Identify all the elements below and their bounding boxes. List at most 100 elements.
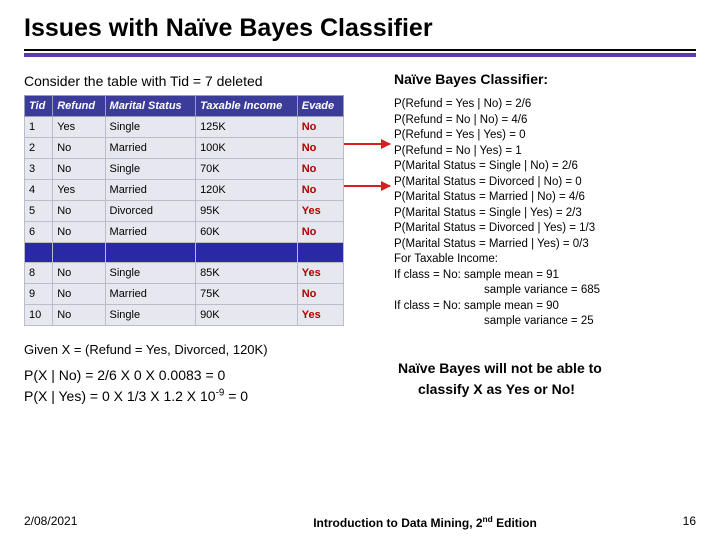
cell-refund: No <box>53 222 105 243</box>
prob-line: sample variance = 25 <box>394 314 696 330</box>
cell-evade: No <box>297 117 343 138</box>
cell-evade: No <box>297 138 343 159</box>
cell-evade: No <box>297 159 343 180</box>
cell-income: 95K <box>196 201 298 222</box>
cell-marital: Married <box>105 222 196 243</box>
arrow-2 <box>344 185 390 187</box>
slide-title: Issues with Naïve Bayes Classifier <box>0 0 720 49</box>
cell-marital: Married <box>105 180 196 201</box>
cell-evade: Yes <box>297 201 343 222</box>
prob-line: P(Marital Status = Married | Yes) = 0/3 <box>394 237 696 253</box>
col-evade: Evade <box>297 96 343 117</box>
prob-line: P(Refund = No | Yes) = 1 <box>394 144 696 160</box>
conclusion-line-2: classify X as Yes or No! <box>398 379 696 400</box>
cell-income: 85K <box>196 263 298 284</box>
footer-page: 16 <box>656 514 696 530</box>
footer-center: Introduction to Data Mining, 2nd Edition <box>194 514 656 530</box>
cell-marital: Divorced <box>105 201 196 222</box>
col-income: Taxable Income <box>196 96 298 117</box>
cell-income: 125K <box>196 117 298 138</box>
cell-tid <box>25 243 53 263</box>
cell-evade: No <box>297 284 343 305</box>
table-row: 1YesSingle125KNo <box>25 117 344 138</box>
cell-marital <box>105 243 196 263</box>
col-refund: Refund <box>53 96 105 117</box>
table-row: 8NoSingle85KYes <box>25 263 344 284</box>
col-tid: Tid <box>25 96 53 117</box>
prob-line: P(Marital Status = Single | No) = 2/6 <box>394 159 696 175</box>
cell-refund: No <box>53 305 105 326</box>
title-rule <box>24 49 696 57</box>
cell-income: 70K <box>196 159 298 180</box>
cell-marital: Married <box>105 284 196 305</box>
cell-tid: 3 <box>25 159 53 180</box>
table-row: 10NoSingle90KYes <box>25 305 344 326</box>
cell-evade: No <box>297 222 343 243</box>
cell-tid: 9 <box>25 284 53 305</box>
cell-income: 75K <box>196 284 298 305</box>
cell-tid: 2 <box>25 138 53 159</box>
prob-line: sample variance = 685 <box>394 283 696 299</box>
prob-line: P(Marital Status = Single | Yes) = 2/3 <box>394 206 696 222</box>
cell-marital: Single <box>105 305 196 326</box>
cell-refund: No <box>53 284 105 305</box>
cell-refund: Yes <box>53 180 105 201</box>
cell-tid: 10 <box>25 305 53 326</box>
cell-tid: 5 <box>25 201 53 222</box>
cell-refund: No <box>53 263 105 284</box>
table-row: 4YesMarried120KNo <box>25 180 344 201</box>
calc-line-2: P(X | Yes) = 0 X 1/3 X 1.2 X 10-9 = 0 <box>24 386 394 407</box>
calc-line-1: P(X | No) = 2/6 X 0 X 0.0083 = 0 <box>24 365 394 386</box>
footer-date: 2/08/2021 <box>24 514 194 530</box>
cell-marital: Married <box>105 138 196 159</box>
prob-line: If class = No: sample mean = 90 <box>394 299 696 315</box>
cell-evade: Yes <box>297 305 343 326</box>
table-row: 6NoMarried60KNo <box>25 222 344 243</box>
prob-line: P(Marital Status = Divorced | Yes) = 1/3 <box>394 221 696 237</box>
prob-line: P(Refund = Yes | Yes) = 0 <box>394 128 696 144</box>
table-row: 9NoMarried75KNo <box>25 284 344 305</box>
example-block: Given X = (Refund = Yes, Divorced, 120K)… <box>24 340 394 408</box>
cell-refund: Yes <box>53 117 105 138</box>
arrow-1 <box>344 143 390 145</box>
cell-evade: Yes <box>297 263 343 284</box>
cell-evade: No <box>297 180 343 201</box>
intro-right-heading: Naïve Bayes Classifier: <box>364 67 696 89</box>
cell-refund: No <box>53 138 105 159</box>
intro-left-text: Consider the table with Tid = 7 deleted <box>24 67 364 89</box>
cell-marital: Single <box>105 159 196 180</box>
cell-tid: 6 <box>25 222 53 243</box>
table-row: 3NoSingle70KNo <box>25 159 344 180</box>
cell-tid: 4 <box>25 180 53 201</box>
footer: 2/08/2021 Introduction to Data Mining, 2… <box>0 514 720 530</box>
cell-income: 120K <box>196 180 298 201</box>
prob-line: P(Marital Status = Married | No) = 4/6 <box>394 190 696 206</box>
prob-line: P(Marital Status = Divorced | No) = 0 <box>394 175 696 191</box>
table-row: 2NoMarried100KNo <box>25 138 344 159</box>
cell-refund <box>53 243 105 263</box>
cell-tid: 8 <box>25 263 53 284</box>
probability-list: P(Refund = Yes | No) = 2/6P(Refund = No … <box>344 95 696 330</box>
cell-income: 100K <box>196 138 298 159</box>
cell-income: 60K <box>196 222 298 243</box>
col-marital: Marital Status <box>105 96 196 117</box>
example-given: Given X = (Refund = Yes, Divorced, 120K) <box>24 340 394 360</box>
cell-tid: 1 <box>25 117 53 138</box>
table-row: 5NoDivorced95KYes <box>25 201 344 222</box>
prob-line: If class = No: sample mean = 91 <box>394 268 696 284</box>
conclusion-line-1: Naïve Bayes will not be able to <box>398 358 696 379</box>
data-table: Tid Refund Marital Status Taxable Income… <box>24 95 344 326</box>
table-row <box>25 243 344 263</box>
prob-line: P(Refund = Yes | No) = 2/6 <box>394 97 696 113</box>
cell-income: 90K <box>196 305 298 326</box>
prob-line: P(Refund = No | No) = 4/6 <box>394 113 696 129</box>
cell-refund: No <box>53 159 105 180</box>
conclusion-block: Naïve Bayes will not be able to classify… <box>394 340 696 408</box>
cell-refund: No <box>53 201 105 222</box>
cell-evade <box>297 243 343 263</box>
cell-income <box>196 243 298 263</box>
cell-marital: Single <box>105 263 196 284</box>
cell-marital: Single <box>105 117 196 138</box>
prob-line: For Taxable Income: <box>394 252 696 268</box>
data-table-wrap: Tid Refund Marital Status Taxable Income… <box>24 95 344 330</box>
